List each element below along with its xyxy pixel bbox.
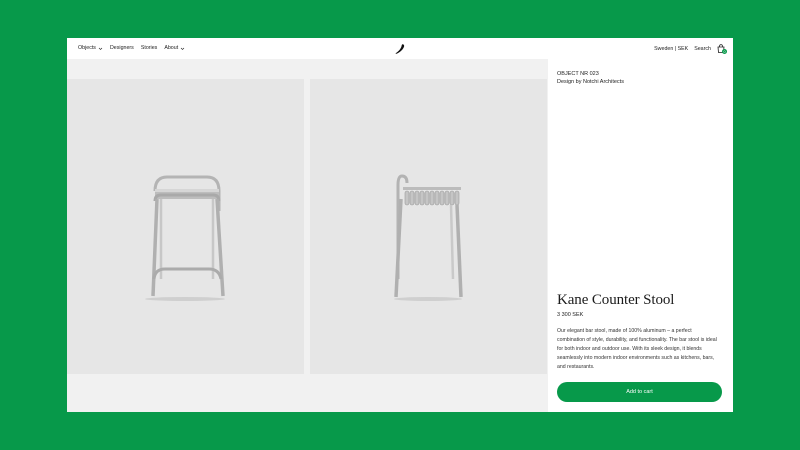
nav-stories[interactable]: Stories: [141, 45, 158, 51]
nav-stories-label: Stories: [140, 45, 158, 51]
gallery-strip-top: [67, 59, 547, 79]
nav-designers-label: Designers: [109, 45, 134, 51]
website-frame: Objects Designers Stories About Sweden |…: [67, 38, 733, 412]
nav-objects-label: Objects: [78, 45, 96, 51]
product-description: Our elegant bar stool, made of 100% alum…: [557, 328, 717, 370]
gallery-strip-bottom: [67, 377, 547, 412]
stool-side-illustration: [394, 174, 463, 301]
cart-count-badge: 0: [722, 49, 727, 54]
product-gallery: [67, 59, 547, 412]
stool-front-view-image[interactable]: [67, 79, 304, 374]
site-header: Objects Designers Stories About Sweden |…: [67, 38, 733, 59]
search-link[interactable]: Search: [694, 46, 711, 52]
add-to-cart-button[interactable]: Add to cart: [557, 382, 722, 402]
chevron-down-icon: [98, 47, 103, 50]
chevron-down-icon: [180, 47, 185, 50]
region-selector[interactable]: Sweden | SEK: [654, 46, 688, 52]
stool-front-illustration: [145, 175, 225, 301]
nav-about[interactable]: About: [164, 45, 185, 51]
main-nav: Objects Designers Stories About: [78, 45, 185, 51]
designer-credit: Design by Notchi Architects: [557, 79, 624, 85]
brand-logo-icon[interactable]: [394, 43, 406, 55]
nav-objects[interactable]: Objects: [78, 45, 103, 51]
cart-button[interactable]: 0: [717, 44, 727, 54]
utility-nav: Sweden | SEK Search 0: [654, 44, 727, 54]
product-title: Kane Counter Stool: [557, 292, 675, 308]
object-number: OBJECT NR 023: [557, 71, 599, 77]
product-info-panel: OBJECT NR 023 Design by Notchi Architect…: [548, 59, 733, 412]
nav-about-label: About: [164, 45, 179, 51]
stool-side-view-image[interactable]: [310, 79, 547, 374]
nav-designers[interactable]: Designers: [110, 45, 134, 51]
product-price: 3 300 SEK: [557, 312, 584, 318]
